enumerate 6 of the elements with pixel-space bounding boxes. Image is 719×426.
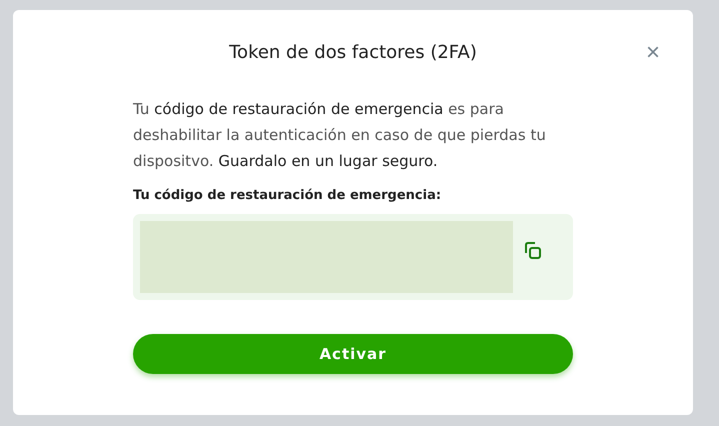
dialog-title: Token de dos factores (2FA) (229, 42, 477, 62)
activate-button[interactable]: Activar (133, 334, 573, 374)
description-text: Tu código de restauración de emergencia es para deshabilitar la autenticación en caso de que pierdas tu dispositvo. Guardalo en un lugar seguro. (133, 99, 547, 172)
code-label: Tu código de restauración de emergencia: (133, 188, 442, 203)
close-button[interactable]: × (643, 40, 663, 66)
copy-icon[interactable] (523, 241, 543, 261)
